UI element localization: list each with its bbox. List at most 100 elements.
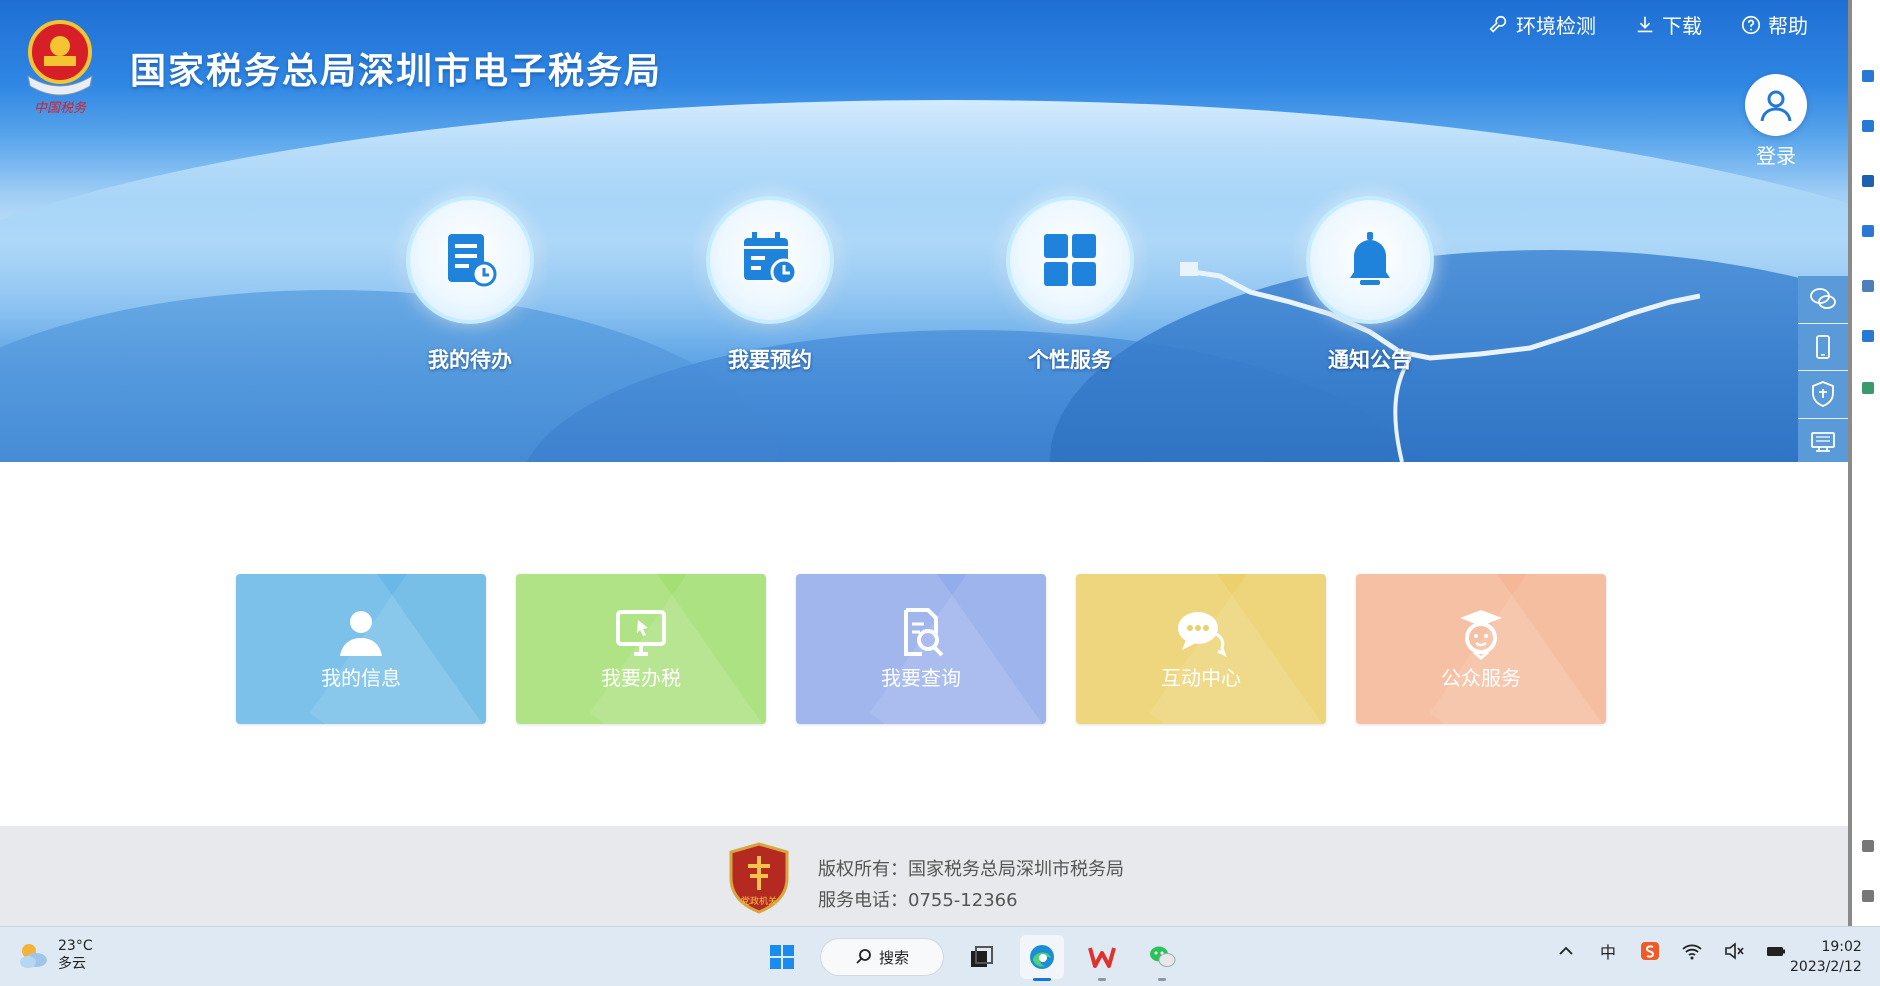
- edge-mark: [1862, 225, 1874, 237]
- user-outline-icon: [1760, 90, 1792, 122]
- tile-icon-wrap: [516, 604, 766, 662]
- edge-mark: [1862, 330, 1874, 342]
- env-check-link[interactable]: 环境检测: [1488, 10, 1596, 39]
- volume-status[interactable]: [1722, 939, 1746, 963]
- search-label: 搜索: [878, 948, 909, 967]
- calendar-icon: [744, 232, 798, 286]
- tile-label: 我要查询: [881, 666, 961, 690]
- windows-taskbar: 23°C 多云 搜索 中 19:02 2023/2/12: [0, 926, 1880, 986]
- wechat-app-icon: [1150, 946, 1176, 967]
- side-tool-tax[interactable]: [1798, 371, 1848, 419]
- monitor-icon: [616, 610, 666, 656]
- feature-circle: [1306, 196, 1434, 324]
- taskbar-edge[interactable]: [1020, 935, 1064, 981]
- tile-icon-wrap: [236, 604, 486, 662]
- feature-my-todo[interactable]: 我的待办: [390, 196, 550, 374]
- ime-indicator[interactable]: 中: [1596, 939, 1620, 963]
- edge-browser-icon: [1030, 945, 1054, 969]
- user-icon: [340, 611, 382, 656]
- tax-shield-icon: [1812, 381, 1834, 408]
- edge-mark: [1862, 840, 1874, 852]
- tile-my-info[interactable]: 我的信息: [236, 574, 486, 724]
- side-tool-mobile[interactable]: [1798, 323, 1848, 371]
- search-icon: [856, 949, 871, 964]
- help-label: 帮助: [1768, 14, 1808, 38]
- taskbar-wps[interactable]: [1080, 935, 1124, 981]
- windows-logo-icon: [770, 945, 794, 969]
- system-tray: 中: [1554, 939, 1788, 963]
- help-icon: [1741, 15, 1761, 34]
- taskbar-clock[interactable]: 19:02 2023/2/12: [1790, 937, 1862, 977]
- todo-list-icon: [448, 234, 497, 287]
- edge-mark: [1862, 382, 1874, 394]
- wps-office-icon: [1088, 947, 1116, 968]
- feature-label: 通知公告: [1328, 348, 1412, 372]
- feature-label: 我的待办: [428, 348, 512, 372]
- download-link[interactable]: 下载: [1634, 10, 1702, 39]
- emblem-caption: 中国税务: [34, 101, 87, 116]
- feature-circle: [1006, 196, 1134, 324]
- side-tool-wechat[interactable]: [1798, 276, 1848, 324]
- wrench-icon: [1489, 15, 1507, 33]
- taskbar-search[interactable]: 搜索: [820, 938, 944, 976]
- show-hidden-icons[interactable]: [1554, 939, 1578, 963]
- running-indicator: [1033, 978, 1051, 981]
- start-button[interactable]: [760, 935, 804, 979]
- tile-label: 互动中心: [1161, 666, 1241, 690]
- weather-text: 23°C 多云: [58, 937, 93, 973]
- sogou-ime[interactable]: [1638, 939, 1662, 963]
- weather-widget[interactable]: 23°C 多云: [16, 937, 93, 973]
- task-view-icon: [971, 946, 993, 967]
- terminal-icon: [1811, 431, 1835, 452]
- browser-viewport: 中国税务 国家税务总局深圳市电子税务局 环境检测 下载 帮助 登录 我的待办 我…: [0, 0, 1848, 926]
- env-check-label: 环境检测: [1516, 14, 1596, 38]
- doc-search-icon: [904, 608, 944, 657]
- feature-notices[interactable]: 通知公告: [1290, 196, 1450, 374]
- taskbar-wechat[interactable]: [1140, 935, 1184, 981]
- footer-text: 版权所有：国家税务总局深圳市税务局 服务电话：0755-12366: [818, 854, 1124, 916]
- service-tiles: 我的信息 我要办税 我要查询 互动中心 公众服务: [236, 574, 1606, 724]
- weather-temp: 23°C: [58, 938, 93, 954]
- copyright-text: 版权所有：国家税务总局深圳市税务局: [818, 859, 1124, 880]
- battery-status[interactable]: [1764, 939, 1788, 963]
- tile-interaction[interactable]: 互动中心: [1076, 574, 1326, 724]
- gov-badge-logo: 党政机关: [729, 842, 789, 914]
- taskbar-center-icons: 搜索: [760, 935, 1184, 981]
- tile-label: 我要办税: [601, 666, 681, 690]
- graduate-icon: [1460, 610, 1502, 660]
- side-tool-terminal[interactable]: [1798, 418, 1848, 462]
- floating-side-toolbar: [1798, 276, 1848, 462]
- tile-icon-wrap: [1076, 604, 1326, 662]
- sogou-icon: [1641, 942, 1659, 960]
- tile-label: 公众服务: [1441, 666, 1521, 690]
- feature-circle: [406, 196, 534, 324]
- service-phone-text: 服务电话：0755-12366: [818, 890, 1018, 911]
- tile-do-tax[interactable]: 我要办税: [516, 574, 766, 724]
- tax-emblem-logo: 中国税务: [27, 20, 93, 116]
- feature-label: 我要预约: [728, 348, 812, 372]
- tile-icon-wrap: [1356, 604, 1606, 662]
- badge-caption: 党政机关: [741, 895, 777, 907]
- feature-appointment[interactable]: 我要预约: [690, 196, 850, 374]
- mobile-icon: [1816, 334, 1830, 359]
- feature-personal-service[interactable]: 个性服务: [990, 196, 1150, 374]
- clock-date: 2023/2/12: [1790, 959, 1862, 975]
- feature-label: 个性服务: [1028, 348, 1112, 372]
- partly-cloudy-icon: [20, 944, 47, 968]
- running-indicator: [1098, 978, 1106, 981]
- page-footer: 党政机关 版权所有：国家税务总局深圳市税务局 服务电话：0755-12366: [0, 826, 1848, 926]
- chevron-up-icon: [1559, 946, 1573, 955]
- top-links: 环境检测 下载 帮助: [1488, 10, 1808, 39]
- feature-circle: [706, 196, 834, 324]
- site-title: 国家税务总局深圳市电子税务局: [130, 51, 663, 92]
- download-icon: [1637, 16, 1653, 32]
- running-indicator: [1158, 978, 1166, 981]
- tile-query[interactable]: 我要查询: [796, 574, 1046, 724]
- weather-desc: 多云: [58, 956, 86, 972]
- grid-icon: [1044, 234, 1096, 286]
- login-button[interactable]: 登录: [1744, 74, 1808, 169]
- tile-public-service[interactable]: 公众服务: [1356, 574, 1606, 724]
- wifi-status[interactable]: [1680, 939, 1704, 963]
- help-link[interactable]: 帮助: [1740, 10, 1808, 39]
- task-view-button[interactable]: [960, 935, 1004, 979]
